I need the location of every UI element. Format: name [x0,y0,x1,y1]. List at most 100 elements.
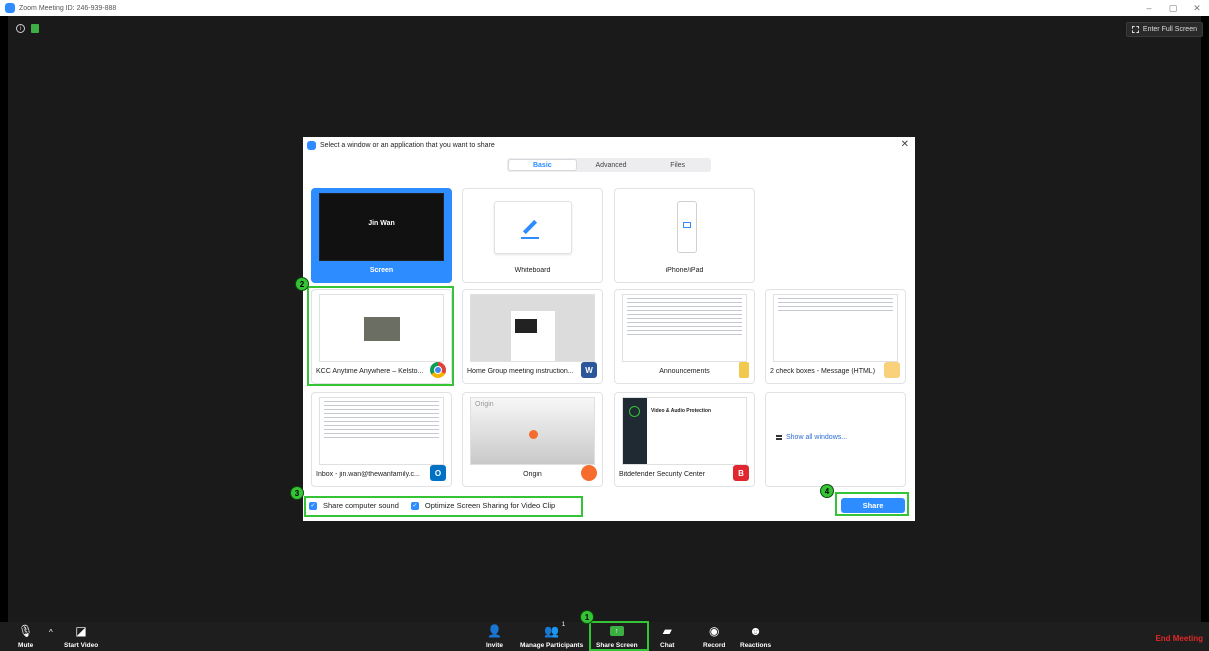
document-page-thumbnail [511,311,555,361]
share-tile-message[interactable]: 2 check boxes - Message (HTML) [765,289,906,384]
restore-button[interactable]: ▢ [1161,0,1185,16]
chat-button[interactable]: ▰ Chat [660,624,674,649]
share-tile-show-all[interactable]: Show all windows... [765,392,906,487]
mute-button[interactable]: 🎙 Mute [18,624,33,649]
record-label: Record [703,642,726,649]
tile-label: Whiteboard [514,267,551,274]
stage-left-edge [0,16,8,622]
bitdefender-thumbnail-heading: Video & Audio Protection [651,408,712,414]
window-thumbnail [319,397,444,465]
share-tile-origin[interactable]: Origin Origin [462,392,603,487]
step-marker-2: 2 [295,277,309,291]
origin-icon [581,465,597,481]
share-tile-bitdefender[interactable]: Video & Audio Protection Bitdefender Sec… [614,392,755,487]
share-tile-outlook-inbox[interactable]: Inbox - jin.wan@thewanfamily.c... O [311,392,452,487]
stage-right-edge [1201,16,1209,622]
minimize-button[interactable]: – [1137,0,1161,16]
manage-participants-label: Manage Participants [520,642,584,649]
tile-label: Home Group meeting instruction... [467,368,574,375]
whiteboard-thumbnail [494,201,572,254]
tab-basic[interactable]: Basic [508,159,577,171]
meeting-info-area: i [16,24,39,33]
window-thumbnail: Video & Audio Protection [622,397,747,465]
window-thumbnail [773,294,898,362]
highlight-box-share-screen [589,621,649,651]
chat-label: Chat [660,642,675,649]
highlight-box-share [835,492,909,516]
origin-thumbnail-title: Origin [475,401,494,408]
share-tile-iphone-ipad[interactable]: iPhone/iPad [614,188,755,283]
window-title: Zoom Meeting ID: 246-939-888 [19,4,117,12]
shield-icon [629,406,640,417]
tile-label: Inbox - jin.wan@thewanfamily.c... [316,471,420,478]
screen-thumbnail-name: Jin Wan [368,220,395,227]
enter-fullscreen-label: Enter Full Screen [1142,26,1197,33]
encryption-lock-icon[interactable] [31,24,39,33]
show-all-windows-link[interactable]: Show all windows... [776,434,847,441]
tile-label: 2 check boxes - Message (HTML) [770,368,876,375]
pencil-underline [521,237,539,239]
share-tile-whiteboard[interactable]: Whiteboard [462,188,603,283]
audio-options-caret-icon[interactable]: ^ [49,628,53,637]
close-window-button[interactable]: ✕ [1185,0,1209,16]
window-title-bar: Zoom Meeting ID: 246-939-888 – ▢ ✕ [0,0,1209,16]
record-icon: ◉ [708,624,720,638]
highlight-box-tile [307,286,454,386]
zoom-logo-icon [307,140,316,150]
reactions-icon: ☻ [749,624,762,638]
end-meeting-button[interactable]: End Meeting [1155,634,1203,643]
participant-count: 1 [561,622,566,628]
word-icon: W [581,362,597,378]
phone-icon [677,201,697,253]
video-off-icon: ◪ [75,624,87,638]
step-marker-4: 4 [820,484,834,498]
reactions-label: Reactions [740,642,772,649]
dialog-title: Select a window or an application that y… [320,141,495,149]
tile-label: Screen [369,267,394,274]
invite-label: Invite [486,642,503,649]
chat-icon: ▰ [662,624,672,638]
dialog-header: Select a window or an application that y… [303,137,915,153]
mute-label: Mute [18,642,34,649]
origin-logo-icon [529,430,538,439]
step-marker-3: 3 [290,486,304,500]
window-thumbnail [622,294,747,362]
screen-thumbnail: Jin Wan [319,193,444,261]
dialog-close-button[interactable]: ✕ [901,139,909,150]
tile-label: Bitdefender Security Center [619,471,705,478]
share-tile-screen[interactable]: Jin Wan Screen [311,188,452,283]
info-icon[interactable]: i [16,24,25,33]
window-thumbnail [470,294,595,362]
tile-label: Announcements [659,368,710,375]
share-tabs: Basic Advanced Files [507,158,711,172]
start-video-label: Start Video [64,642,99,649]
document-image-thumbnail [515,319,537,333]
record-button[interactable]: ◉ Record [703,624,725,649]
invite-icon: 👤 [487,624,502,638]
invite-button[interactable]: 👤 Invite [486,624,503,649]
expand-icon [776,435,782,440]
microphone-icon: 🎙 [18,624,34,638]
window-controls: – ▢ ✕ [1137,0,1209,16]
outlook-icon: O [430,465,446,481]
mail-icon [884,362,900,378]
bitdefender-icon: B [733,465,749,481]
participants-icon: 👥 1 [544,622,566,638]
window-thumbnail: Origin [470,397,595,465]
pencil-icon [522,219,538,235]
airplay-icon [683,222,691,228]
reactions-button[interactable]: ☻ Reactions [740,624,771,649]
show-all-label: Show all windows... [786,434,848,441]
share-tile-announcements[interactable]: Announcements [614,289,755,384]
fullscreen-icon [1131,26,1139,33]
tab-files[interactable]: Files [644,158,711,172]
start-video-button[interactable]: ◪ Start Video [64,624,98,649]
enter-fullscreen-button[interactable]: Enter Full Screen [1125,22,1203,37]
zoom-logo-icon [5,3,15,13]
tab-advanced[interactable]: Advanced [578,158,645,172]
tile-label: iPhone/iPad [665,267,704,274]
step-marker-1: 1 [580,610,594,624]
share-tile-word-doc[interactable]: Home Group meeting instruction... W [462,289,603,384]
folder-icon [739,362,749,378]
manage-participants-button[interactable]: 👥 1 Manage Participants [520,622,584,649]
